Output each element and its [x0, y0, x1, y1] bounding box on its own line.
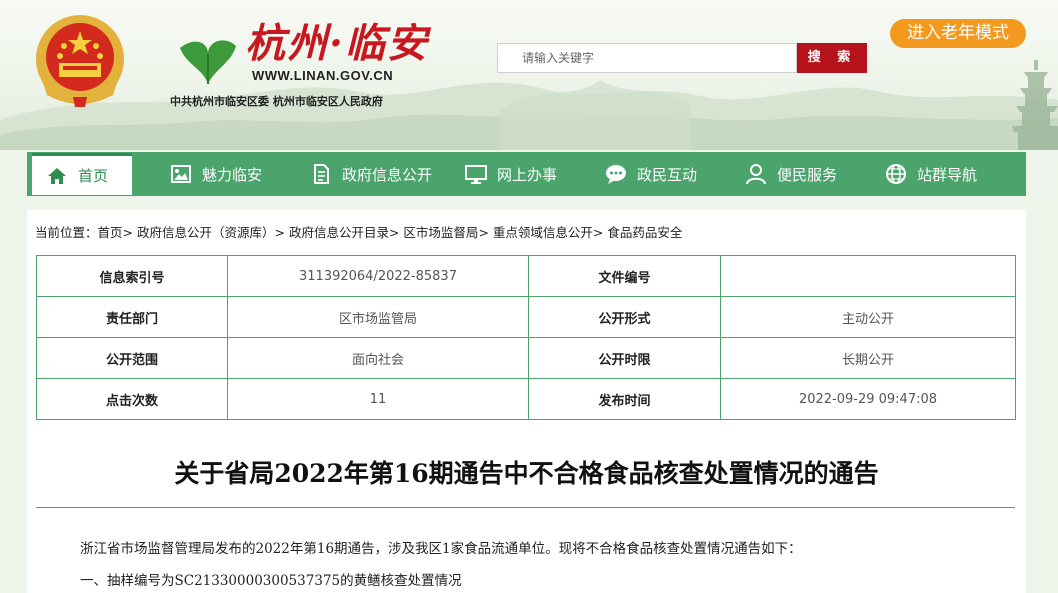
site-subtitle: 中共杭州市临安区委 杭州市临安区人民政府 [170, 95, 383, 108]
search-box [497, 43, 797, 73]
breadcrumb-item-market-bureau[interactable]: 区市场监督局 [403, 225, 478, 240]
info-value: 区市场监管局 [227, 296, 529, 338]
nav-item-public-service[interactable]: 便民服务 [745, 152, 837, 196]
info-label: 公开形式 [528, 296, 721, 338]
site-header: 杭州·临安 WWW.LINAN.GOV.CN 中共杭州市临安区委 杭州市临安区人… [0, 0, 1058, 150]
info-value: 311392064/2022-85837 [227, 255, 529, 297]
nav-item-label: 政民互动 [637, 165, 698, 184]
national-emblem-icon [36, 15, 124, 107]
nav-item-label: 站群导航 [917, 165, 978, 184]
info-label: 发布时间 [528, 378, 721, 420]
article-title: 关于省局2022年第16期通告中不合格食品核查处置情况的通告 [174, 459, 879, 488]
nav-item-charm[interactable]: 魅力临安 [170, 152, 262, 196]
nav-item-online-service[interactable]: 网上办事 [465, 152, 557, 196]
info-label: 公开时限 [528, 337, 721, 379]
table-row: 责任部门 区市场监管局 公开形式 主动公开 [36, 296, 1016, 338]
info-table: 信息索引号 311392064/2022-85837 文件编号 责任部门 区市场… [36, 255, 1016, 420]
breadcrumb: 当前位置：首页> 政府信息公开（资源库）> 政府信息公开目录> 区市场监督局> … [35, 222, 682, 241]
image-icon [171, 165, 191, 183]
table-row: 点击次数 11 发布时间 2022-09-29 09:47:08 [36, 378, 1016, 420]
search-button[interactable]: 搜 索 [797, 43, 867, 73]
nav-item-label: 政府信息公开 [342, 165, 433, 184]
table-row: 信息索引号 311392064/2022-85837 文件编号 [36, 255, 1016, 297]
info-value: 长期公开 [720, 337, 1016, 379]
globe-icon [886, 164, 906, 184]
breadcrumb-separator: > [122, 225, 137, 240]
nav-item-gov-info[interactable]: 政府信息公开 [310, 152, 432, 196]
nav-item-site-nav[interactable]: 站群导航 [885, 152, 977, 196]
info-value: 2022-09-29 09:47:08 [720, 378, 1016, 420]
site-url: WWW.LINAN.GOV.CN [252, 68, 394, 83]
breadcrumb-separator: > [388, 225, 404, 240]
breadcrumb-prefix: 当前位置： [35, 225, 98, 240]
search-input[interactable] [498, 44, 796, 72]
article-paragraph: 一、抽样编号为SC21330000300537375的黄鳝核查处置情况 [80, 573, 462, 589]
info-label: 公开范围 [36, 337, 228, 379]
main-content: 当前位置：首页> 政府信息公开（资源库）> 政府信息公开目录> 区市场监督局> … [27, 210, 1026, 593]
breadcrumb-separator: > [274, 225, 289, 240]
breadcrumb-item-catalog[interactable]: 政府信息公开目录 [289, 225, 389, 240]
table-row: 公开范围 面向社会 公开时限 长期公开 [36, 337, 1016, 379]
breadcrumb-separator: > [478, 225, 493, 240]
pagoda-icon [1012, 60, 1058, 150]
nav-item-label: 首页 [78, 167, 109, 185]
nav-item-interaction[interactable]: 政民互动 [605, 152, 697, 196]
user-icon [746, 164, 766, 185]
info-value [720, 255, 1016, 297]
breadcrumb-separator: > [592, 225, 608, 240]
nav-item-label: 便民服务 [777, 165, 838, 184]
breadcrumb-item-gov-info[interactable]: 政府信息公开（资源库） [137, 225, 275, 240]
elder-mode-button[interactable]: 进入老年模式 [890, 19, 1026, 48]
monitor-icon [465, 165, 487, 184]
main-nav: 首页 魅力临安 政府信息公开 网上办事 政民互动 便民服务 站群导航 [27, 152, 1026, 196]
ginkgo-leaf-logo-icon [180, 40, 236, 84]
info-label: 责任部门 [36, 296, 228, 338]
info-value: 面向社会 [227, 337, 529, 379]
title-divider [36, 507, 1015, 508]
site-logo-title: 杭州·临安 [245, 20, 429, 67]
nav-item-label: 网上办事 [497, 165, 558, 184]
info-value: 11 [227, 378, 529, 420]
nav-item-home[interactable]: 首页 [32, 153, 133, 195]
info-value: 主动公开 [720, 296, 1016, 338]
home-icon [48, 167, 66, 184]
article-paragraph: 浙江省市场监督管理局发布的2022年第16期通告，涉及我区1家食品流通单位。现将… [80, 541, 802, 557]
info-label: 信息索引号 [36, 255, 228, 297]
chat-icon [606, 165, 626, 184]
document-icon [314, 164, 329, 184]
breadcrumb-item-key-areas[interactable]: 重点领域信息公开 [493, 225, 593, 240]
info-label: 点击次数 [36, 378, 228, 420]
breadcrumb-item-home[interactable]: 首页 [98, 225, 123, 240]
info-label: 文件编号 [528, 255, 721, 297]
breadcrumb-item-food-drug[interactable]: 食品药品安全 [607, 225, 682, 240]
nav-item-label: 魅力临安 [202, 165, 263, 184]
